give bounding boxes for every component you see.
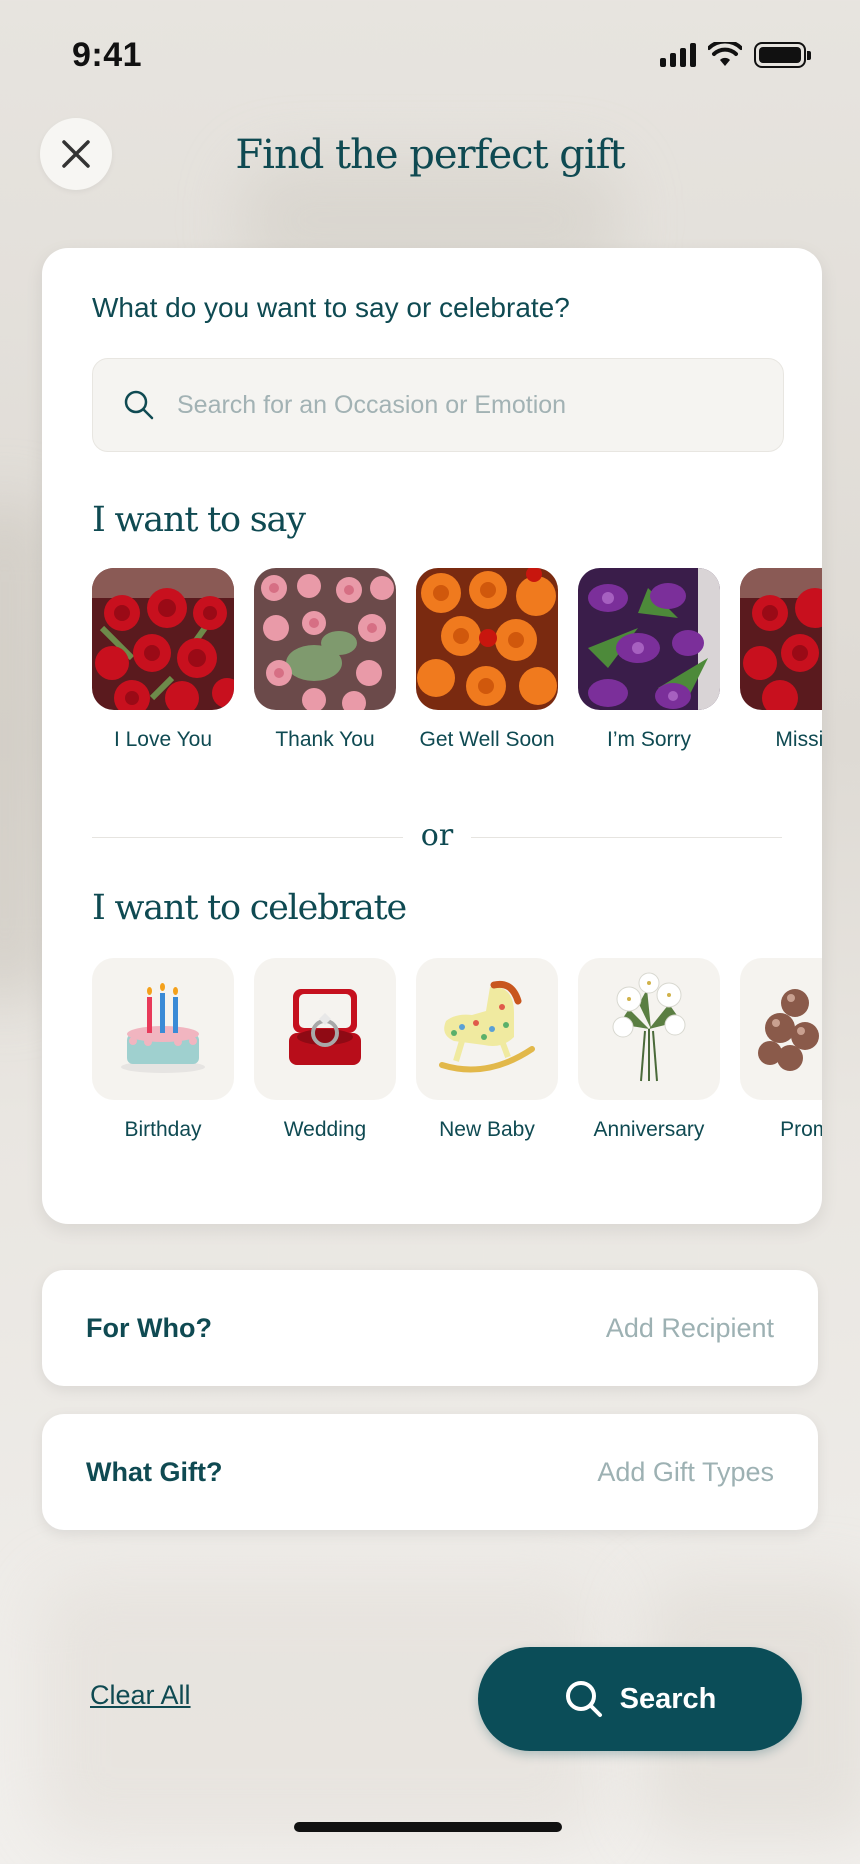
say-item-im-sorry[interactable]: I’m Sorry <box>578 568 720 752</box>
say-item-thank-you[interactable]: Thank You <box>254 568 396 752</box>
status-time: 9:41 <box>72 36 143 74</box>
search-icon <box>124 390 154 420</box>
or-label: or <box>420 817 454 853</box>
say-item-get-well-soon[interactable]: Get Well Soon <box>416 568 558 752</box>
red-roses-image <box>740 568 822 710</box>
say-item-label: Thank You <box>275 728 375 751</box>
celebrate-section-title: I want to celebrate <box>92 888 407 928</box>
orange-roses-image <box>416 568 558 710</box>
say-item-label: Get Well Soon <box>419 728 555 751</box>
celebrate-item-wedding[interactable]: Wedding <box>254 958 396 1142</box>
for-who-label: For Who? <box>86 1312 212 1343</box>
occasion-card: What do you want to say or celebrate? I … <box>42 248 822 1224</box>
celebrate-item-label: Promo <box>780 1118 822 1141</box>
battery-icon <box>754 42 811 68</box>
celebrate-item-birthday[interactable]: Birthday <box>92 958 234 1142</box>
rocking-horse-icon <box>416 958 558 1100</box>
add-gift-types-value: Add Gift Types <box>597 1456 774 1487</box>
celebrate-item-anniversary[interactable]: Anniversary <box>578 958 720 1142</box>
say-item-label: Missing <box>775 728 822 751</box>
purple-flowers-image <box>578 568 720 710</box>
page-title: Find the perfect gift <box>235 132 625 178</box>
status-bar: 9:41 <box>0 0 860 110</box>
search-button[interactable]: Search <box>478 1647 802 1751</box>
lily-bouquet-icon <box>578 958 720 1100</box>
say-item-i-love-you[interactable]: I Love You <box>92 568 234 752</box>
celebrate-item-label: New Baby <box>439 1118 535 1141</box>
birthday-cake-icon <box>92 958 234 1100</box>
search-icon <box>565 1681 602 1717</box>
celebrate-item-label: Wedding <box>283 1118 367 1141</box>
celebrate-item-promo[interactable]: Promo <box>740 958 822 1142</box>
ring-box-icon <box>254 958 396 1100</box>
home-indicator <box>294 1822 562 1832</box>
add-recipient-value: Add Recipient <box>605 1312 774 1343</box>
celebrate-item-label: Anniversary <box>593 1118 705 1141</box>
balloons-icon <box>740 958 822 1100</box>
say-section-title: I want to say <box>92 500 306 540</box>
search-input[interactable] <box>177 390 737 420</box>
pink-roses-image <box>254 568 396 710</box>
wifi-icon <box>708 42 742 66</box>
search-field[interactable] <box>92 358 784 452</box>
for-who-row[interactable]: For Who? Add Recipient <box>42 1270 818 1386</box>
clear-all-button[interactable]: Clear All <box>90 1680 191 1711</box>
celebrate-carousel[interactable]: Birthday Wedding New Baby Anniversary Pr… <box>92 958 822 1142</box>
celebrate-item-new-baby[interactable]: New Baby <box>416 958 558 1142</box>
celebrate-item-label: Birthday <box>124 1118 202 1141</box>
card-question: What do you want to say or celebrate? <box>92 292 570 323</box>
cellular-signal-icon <box>660 43 696 67</box>
or-divider: or <box>92 818 782 853</box>
say-item-label: I Love You <box>113 728 213 751</box>
search-button-label: Search <box>619 1682 717 1715</box>
say-item-missing[interactable]: Missing <box>740 568 822 752</box>
status-icons <box>660 42 811 68</box>
say-carousel[interactable]: I Love You Thank You Get Well Soon I’m S… <box>92 568 822 752</box>
what-gift-row[interactable]: What Gift? Add Gift Types <box>42 1414 818 1530</box>
red-roses-image <box>92 568 234 710</box>
say-item-label: I’m Sorry <box>607 728 691 751</box>
what-gift-label: What Gift? <box>86 1456 223 1487</box>
